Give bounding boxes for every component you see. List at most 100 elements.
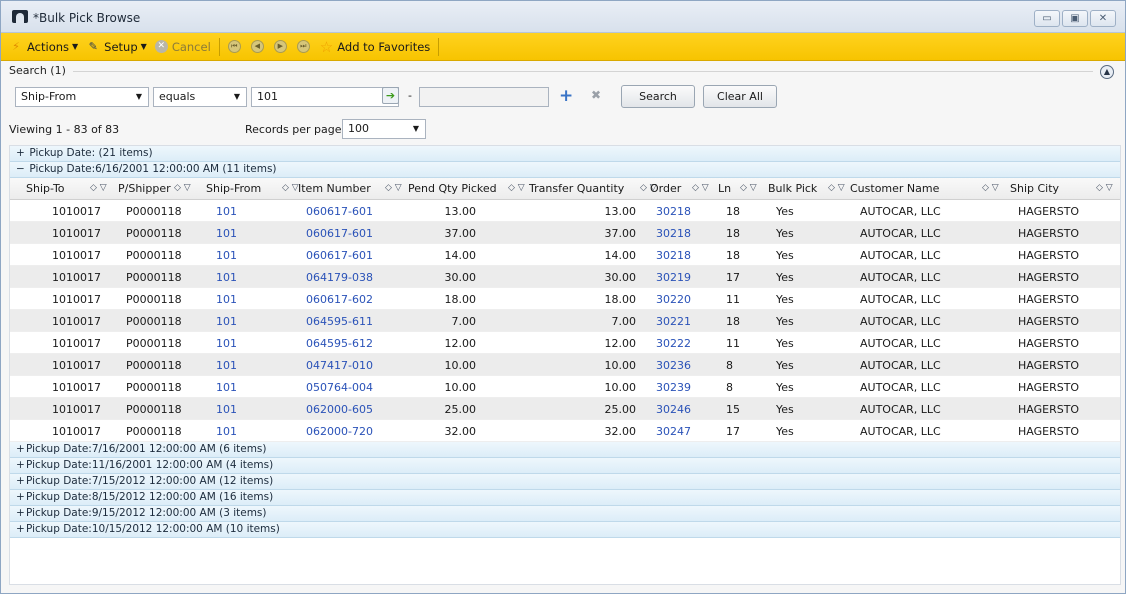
cell-order[interactable]: 30219 — [656, 271, 691, 284]
sort-filter-icon[interactable]: ◇ ▽ — [508, 183, 525, 193]
column-header-ship-to[interactable]: Ship-To — [26, 182, 65, 195]
group-row-expanded[interactable]: − Pickup Date:6/16/2001 12:00:00 AM (11 … — [10, 162, 1120, 178]
group-row[interactable]: +Pickup Date:9/15/2012 12:00:00 AM (3 it… — [10, 506, 1120, 522]
table-row[interactable]: 1010017 P0000118 101 060617-601 37.00 37.00 30… — [10, 222, 1120, 244]
search-value-input[interactable]: 101 — [251, 87, 399, 107]
collapse-toggle[interactable]: − — [16, 162, 26, 177]
expand-toggle[interactable]: + — [16, 458, 26, 473]
group-row[interactable]: +Pickup Date:8/15/2012 12:00:00 AM (16 i… — [10, 490, 1120, 506]
sort-filter-icon[interactable]: ◇ ▽ — [982, 183, 999, 193]
collapse-icon[interactable]: ▲ — [1100, 65, 1114, 79]
next-page-icon[interactable]: ▶ — [273, 40, 287, 53]
group-row[interactable]: + Pickup Date: (21 items) — [10, 146, 1120, 162]
table-row[interactable]: 1010017 P0000118 101 050764-004 10.00 10.00 30… — [10, 376, 1120, 398]
sort-filter-icon[interactable]: ◇ ▽ — [692, 183, 709, 193]
cell-item-number[interactable]: 060617-601 — [306, 227, 373, 240]
cell-item-number[interactable]: 062000-605 — [306, 403, 373, 416]
table-row[interactable]: 1010017 P0000118 101 064179-038 30.00 30.00 30… — [10, 266, 1120, 288]
expand-toggle[interactable]: + — [16, 442, 26, 457]
table-row[interactable]: 1010017 P0000118 101 064595-611 7.00 7.00 3022… — [10, 310, 1120, 332]
cell-ship-from[interactable]: 101 — [216, 359, 237, 372]
expand-toggle[interactable]: + — [16, 474, 26, 489]
cell-order[interactable]: 30218 — [656, 205, 691, 218]
sort-filter-icon[interactable]: ◇ ▽ — [1096, 183, 1113, 193]
records-per-page-select[interactable]: 100 ▼ — [342, 119, 426, 139]
cell-order[interactable]: 30218 — [656, 227, 691, 240]
cell-item-number[interactable]: 060617-602 — [306, 293, 373, 306]
column-header-order[interactable]: Order — [650, 182, 681, 195]
group-row[interactable]: +Pickup Date:11/16/2001 12:00:00 AM (4 i… — [10, 458, 1120, 474]
cell-item-number[interactable]: 060617-601 — [306, 205, 373, 218]
column-header-pend-qty-picked[interactable]: Pend Qty Picked — [408, 182, 497, 195]
cell-ship-from[interactable]: 101 — [216, 271, 237, 284]
table-row[interactable]: 1010017 P0000118 101 060617-601 13.00 13.00 30… — [10, 200, 1120, 222]
cancel-button[interactable]: ✕ Cancel — [154, 40, 211, 54]
cell-item-number[interactable]: 062000-720 — [306, 425, 373, 438]
table-row[interactable]: 1010017 P0000118 101 060617-601 14.00 14.00 30… — [10, 244, 1120, 266]
expand-toggle[interactable]: + — [16, 490, 26, 505]
cell-item-number[interactable]: 064595-611 — [306, 315, 373, 328]
sort-filter-icon[interactable]: ◇ ▽ — [385, 183, 402, 193]
table-row[interactable]: 1010017 P0000118 101 060617-602 18.00 18.00 30… — [10, 288, 1120, 310]
cell-ship-from[interactable]: 101 — [216, 205, 237, 218]
cell-ship-from[interactable]: 101 — [216, 337, 237, 350]
table-row[interactable]: 1010017 P0000118 101 047417-010 10.00 10.00 30… — [10, 354, 1120, 376]
sort-filter-icon[interactable]: ◇ ▽ — [174, 183, 191, 193]
column-header-ship-from[interactable]: Ship-From — [206, 182, 261, 195]
cell-ship-from[interactable]: 101 — [216, 293, 237, 306]
prev-page-icon[interactable]: ◀ — [250, 40, 264, 53]
cell-ship-from[interactable]: 101 — [216, 381, 237, 394]
table-row[interactable]: 1010017 P0000118 101 062000-720 32.00 32.00 30… — [10, 420, 1120, 442]
search-range-input[interactable] — [419, 87, 549, 107]
cell-item-number[interactable]: 050764-004 — [306, 381, 373, 394]
go-arrow-icon[interactable]: ➔ — [382, 87, 399, 104]
restore-button[interactable]: ▣ — [1062, 10, 1088, 27]
sort-filter-icon[interactable]: ◇ ▽ — [90, 183, 107, 193]
search-operator-select[interactable]: equals ▼ — [153, 87, 247, 107]
add-icon[interactable]: + — [559, 86, 573, 106]
cell-order[interactable]: 30222 — [656, 337, 691, 350]
column-header-item-number[interactable]: Item Number — [298, 182, 371, 195]
cell-item-number[interactable]: 064179-038 — [306, 271, 373, 284]
setup-menu[interactable]: ✎ Setup ▼ — [86, 40, 147, 54]
clear-all-button[interactable]: Clear All — [703, 85, 777, 108]
last-page-icon[interactable]: ⏭ — [296, 40, 310, 53]
column-header-transfer-quantity[interactable]: Transfer Quantity — [529, 182, 624, 195]
add-to-favorites-button[interactable]: ☆ Add to Favorites — [320, 38, 431, 56]
cell-order[interactable]: 30218 — [656, 249, 691, 262]
cell-order[interactable]: 30239 — [656, 381, 691, 394]
group-row[interactable]: +Pickup Date:7/15/2012 12:00:00 AM (12 i… — [10, 474, 1120, 490]
close-button[interactable]: ✕ — [1090, 10, 1116, 27]
column-header-p-shipper[interactable]: P/Shipper — [118, 182, 171, 195]
cell-ship-from[interactable]: 101 — [216, 425, 237, 438]
search-field-select[interactable]: Ship-From ▼ — [15, 87, 149, 107]
group-row[interactable]: +Pickup Date:7/16/2001 12:00:00 AM (6 it… — [10, 442, 1120, 458]
cell-ship-from[interactable]: 101 — [216, 315, 237, 328]
search-button[interactable]: Search — [621, 85, 695, 108]
cell-order[interactable]: 30221 — [656, 315, 691, 328]
expand-toggle[interactable]: + — [16, 506, 26, 521]
cell-ship-from[interactable]: 101 — [216, 227, 237, 240]
minimize-button[interactable]: ▭ — [1034, 10, 1060, 27]
cell-order[interactable]: 30220 — [656, 293, 691, 306]
cell-order[interactable]: 30246 — [656, 403, 691, 416]
cell-ship-from[interactable]: 101 — [216, 403, 237, 416]
sort-filter-icon[interactable]: ◇ ▽ — [740, 183, 757, 193]
cell-item-number[interactable]: 047417-010 — [306, 359, 373, 372]
cell-item-number[interactable]: 060617-601 — [306, 249, 373, 262]
cell-order[interactable]: 30236 — [656, 359, 691, 372]
column-header-bulk-pick[interactable]: Bulk Pick — [768, 182, 817, 195]
cell-order[interactable]: 30247 — [656, 425, 691, 438]
cell-ship-from[interactable]: 101 — [216, 249, 237, 262]
group-row[interactable]: +Pickup Date:10/15/2012 12:00:00 AM (10 … — [10, 522, 1120, 538]
column-header-ship-city[interactable]: Ship City — [1010, 182, 1059, 195]
expand-toggle[interactable]: + — [16, 146, 26, 161]
sort-filter-icon[interactable]: ◇ ▽ — [828, 183, 845, 193]
cell-item-number[interactable]: 064595-612 — [306, 337, 373, 350]
column-header-customer-name[interactable]: Customer Name — [850, 182, 939, 195]
column-header-ln[interactable]: Ln — [718, 182, 731, 195]
first-page-icon[interactable]: ⏮ — [227, 40, 241, 53]
actions-menu[interactable]: ⚡ Actions ▼ — [9, 40, 78, 54]
remove-icon[interactable]: ✖ — [591, 88, 601, 102]
sort-filter-icon[interactable]: ◇ ▽ — [282, 183, 299, 193]
